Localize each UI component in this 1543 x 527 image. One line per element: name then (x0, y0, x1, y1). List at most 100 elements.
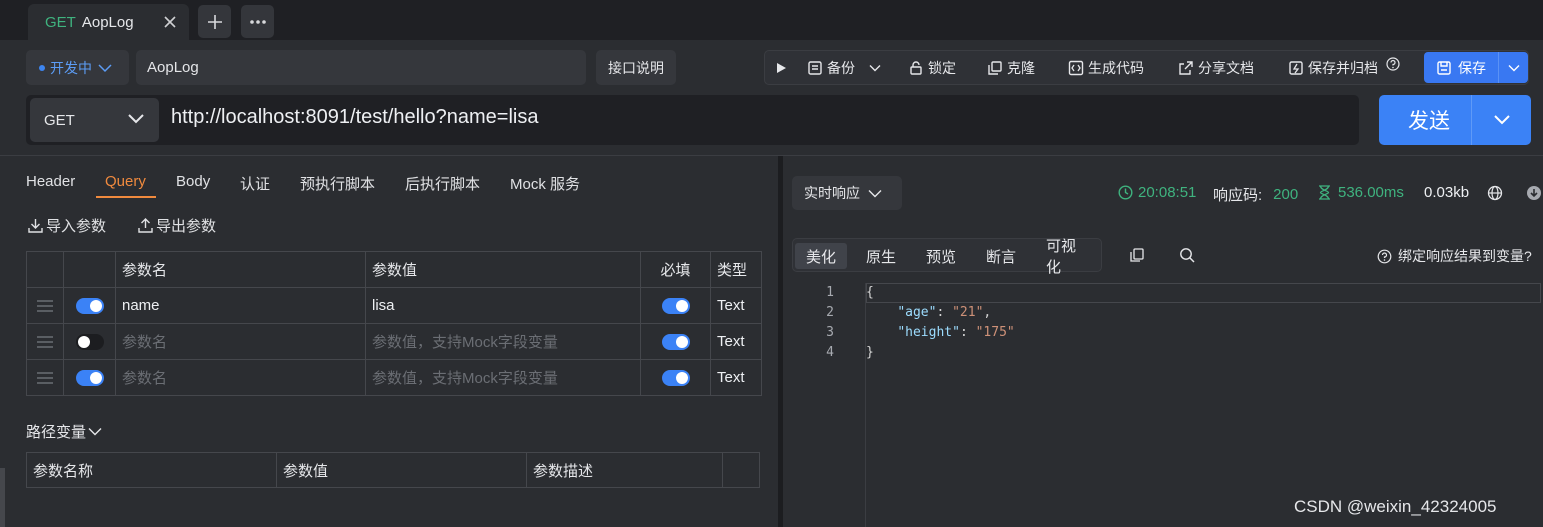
copy-icon[interactable] (1129, 247, 1145, 263)
required-toggle[interactable] (661, 370, 690, 387)
status-select[interactable]: 开发中 (26, 50, 129, 85)
chevron-down-icon[interactable] (1499, 64, 1528, 72)
drag-handle[interactable] (26, 323, 64, 360)
enable-toggle[interactable] (75, 298, 104, 315)
active-tab-indicator (96, 196, 156, 198)
view-tab-preview[interactable]: 预览 (915, 243, 967, 269)
hourglass-icon (1318, 185, 1331, 200)
share-doc-button[interactable]: 分享文档 (1178, 51, 1254, 84)
play-icon (775, 62, 791, 74)
scrollbar[interactable] (0, 468, 5, 527)
share-icon (1178, 60, 1198, 76)
enable-toggle[interactable] (75, 370, 104, 387)
current-line-highlight (866, 283, 1541, 303)
drag-handle-icon (27, 371, 63, 384)
download-response-icon[interactable] (1526, 185, 1542, 201)
json-value: "21" (952, 305, 984, 320)
lock-button[interactable]: 锁定 (908, 51, 956, 84)
generate-code-button[interactable]: 生成代码 (1068, 51, 1144, 84)
table-header-row: 参数名 参数值 必填 类型 (26, 251, 762, 288)
view-tab-raw[interactable]: 原生 (855, 243, 907, 269)
export-params-button[interactable]: 导出参数 (138, 215, 216, 236)
drag-handle[interactable] (26, 359, 64, 396)
request-tab[interactable]: GET AopLog (28, 4, 189, 40)
more-tabs-button[interactable] (241, 5, 274, 38)
enable-toggle[interactable] (75, 334, 104, 351)
divider (0, 155, 1543, 156)
clone-button[interactable]: 克隆 (987, 51, 1035, 84)
search-icon[interactable] (1179, 247, 1195, 263)
param-value-field[interactable]: lisa (365, 287, 641, 324)
table-row: 参数名 参数值，支持Mock字段变量 Text (26, 323, 762, 360)
help-icon (1377, 249, 1398, 264)
tab-pre-script[interactable]: 预执行脚本 (300, 173, 375, 194)
view-tab-assert[interactable]: 断言 (975, 243, 1027, 269)
param-name-field[interactable]: 参数名 (115, 359, 366, 396)
path-vars-table: 参数名称 参数值 参数描述 (26, 452, 760, 488)
method-select[interactable]: GET (30, 98, 159, 142)
tab-post-script[interactable]: 后执行脚本 (405, 173, 480, 194)
status-code: 响应码: 200 (1213, 184, 1298, 205)
close-icon[interactable] (162, 14, 178, 30)
globe-icon[interactable] (1487, 185, 1503, 201)
param-name-field[interactable]: 参数名 (115, 323, 366, 360)
tab-auth[interactable]: 认证 (240, 173, 270, 194)
status-code-label: 响应码: (1213, 187, 1263, 204)
send-button[interactable]: 发送 (1379, 95, 1531, 145)
view-tab-pretty[interactable]: 美化 (795, 243, 848, 269)
json-key: "height" (897, 325, 960, 340)
param-value-field[interactable]: 参数值，支持Mock字段变量 (365, 323, 641, 360)
col-required: 必填 (640, 251, 711, 288)
chevron-down-icon (98, 63, 112, 73)
path-vars-toggle[interactable]: 路径变量 (26, 421, 102, 442)
path-vars-title: 路径变量 (26, 424, 87, 441)
bind-response-link[interactable]: 绑定响应结果到变量? (1377, 246, 1532, 266)
required-toggle[interactable] (661, 298, 690, 315)
view-tab-visualize[interactable]: 可视化 (1035, 238, 1101, 276)
drag-handle-icon (27, 335, 63, 348)
generate-code-label: 生成代码 (1088, 59, 1144, 76)
param-value-field[interactable]: 参数值，支持Mock字段变量 (365, 359, 641, 396)
tab-mock[interactable]: Mock 服务 (510, 173, 580, 194)
response-mode-select[interactable]: 实时响应 (792, 176, 902, 210)
tab-title: AopLog (81, 13, 134, 31)
type-select[interactable]: Text (710, 359, 762, 396)
save-button[interactable]: 保存 (1424, 52, 1528, 83)
required-toggle[interactable] (661, 334, 690, 351)
run-button[interactable] (775, 51, 791, 84)
more-icon (249, 19, 267, 25)
plus-icon (207, 14, 223, 30)
import-params-button[interactable]: 导入参数 (28, 215, 106, 236)
drag-handle[interactable] (26, 287, 64, 324)
save-archive-label: 保存并归档 (1308, 59, 1378, 76)
type-select[interactable]: Text (710, 287, 762, 324)
json-value: "175" (975, 325, 1015, 340)
response-size: 0.03kb (1424, 184, 1470, 201)
clone-icon (987, 60, 1007, 76)
help-icon[interactable] (1386, 56, 1404, 71)
action-toolbar: 备份 锁定 克隆 生成代码 分享文档 保存并归档 (764, 50, 1529, 85)
watermark: CSDN @weixin_42324005 (1294, 497, 1497, 516)
param-name-field[interactable]: name (115, 287, 366, 324)
new-tab-button[interactable] (198, 5, 231, 38)
share-doc-label: 分享文档 (1198, 59, 1254, 76)
col-type: 类型 (710, 251, 762, 288)
api-name-input[interactable]: AopLog (136, 50, 586, 85)
tab-query[interactable]: Query (105, 173, 146, 190)
code-line: } (866, 345, 874, 360)
backup-button[interactable]: 备份 (807, 51, 885, 84)
tab-bar (0, 0, 1543, 40)
chevron-down-icon[interactable] (1472, 114, 1531, 126)
save-archive-button[interactable]: 保存并归档 (1288, 51, 1404, 84)
lock-icon (908, 60, 928, 76)
tab-header[interactable]: Header (26, 173, 75, 190)
api-doc-button[interactable]: 接口说明 (596, 50, 676, 85)
type-select[interactable]: Text (710, 323, 762, 360)
line-number: 3 (826, 325, 834, 340)
save-icon (1436, 60, 1452, 76)
tab-body[interactable]: Body (176, 173, 210, 190)
table-row: 参数名 参数值，支持Mock字段变量 Text (26, 359, 762, 396)
col-param-name: 参数名 (115, 251, 366, 288)
upload-icon (138, 218, 156, 233)
url-input[interactable]: http://localhost:8091/test/hello?name=li… (171, 106, 538, 129)
